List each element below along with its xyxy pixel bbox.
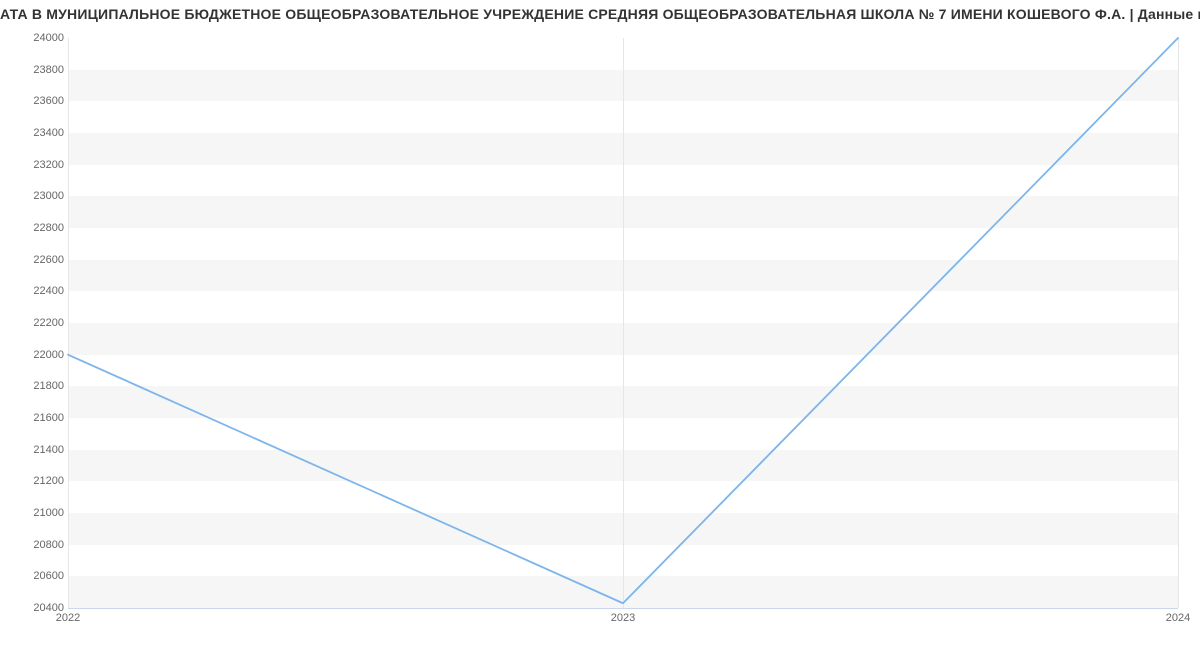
y-tick-label: 22000 <box>33 349 64 361</box>
y-tick-label: 22400 <box>33 285 64 297</box>
y-tick-label: 21400 <box>33 444 64 456</box>
y-tick-label: 23400 <box>33 127 64 139</box>
line-svg <box>68 38 1178 608</box>
y-tick-label: 21200 <box>33 475 64 487</box>
x-grid-line <box>1178 38 1179 608</box>
y-tick-label: 21600 <box>33 412 64 424</box>
series-line <box>68 38 1178 603</box>
y-tick-label: 21800 <box>33 380 64 392</box>
plot-area <box>68 38 1178 608</box>
y-tick-label: 23000 <box>33 190 64 202</box>
x-tick-label: 2022 <box>56 612 80 624</box>
x-axis-line <box>68 608 1178 609</box>
y-tick-label: 22600 <box>33 254 64 266</box>
y-tick-label: 22800 <box>33 222 64 234</box>
chart-title: АТА В МУНИЦИПАЛЬНОЕ БЮДЖЕТНОЕ ОБЩЕОБРАЗО… <box>0 6 1200 22</box>
y-tick-label: 23600 <box>33 95 64 107</box>
x-tick-label: 2024 <box>1166 612 1190 624</box>
y-tick-label: 20800 <box>33 539 64 551</box>
y-tick-label: 24000 <box>33 32 64 44</box>
y-tick-label: 20600 <box>33 570 64 582</box>
y-tick-label: 21000 <box>33 507 64 519</box>
y-tick-label: 23800 <box>33 64 64 76</box>
chart-container: АТА В МУНИЦИПАЛЬНОЕ БЮДЖЕТНОЕ ОБЩЕОБРАЗО… <box>0 0 1200 650</box>
y-tick-label: 23200 <box>33 159 64 171</box>
x-tick-label: 2023 <box>611 612 635 624</box>
y-tick-label: 22200 <box>33 317 64 329</box>
